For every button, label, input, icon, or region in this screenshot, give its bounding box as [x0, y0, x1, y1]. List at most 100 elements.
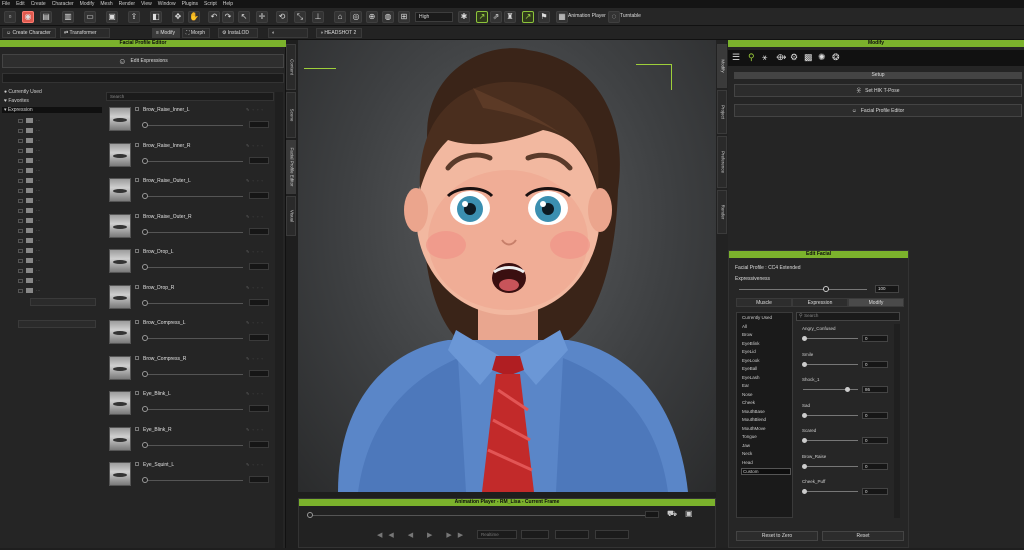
- expression-checkbox[interactable]: [135, 284, 139, 289]
- expression-checkbox[interactable]: [135, 462, 139, 466]
- tab-expression[interactable]: Expression: [792, 298, 848, 307]
- expression-slider-track[interactable]: [143, 480, 243, 481]
- menu-create[interactable]: Create: [31, 1, 46, 7]
- expression-edit-icons[interactable]: ✎ ◦ ◦ ◦: [246, 427, 264, 432]
- expression-item[interactable]: Eye_Blink_R ✎ ◦ ◦ ◦: [106, 424, 274, 459]
- align-icon[interactable]: ⊥: [312, 11, 324, 23]
- tab-modify[interactable]: Modify: [717, 44, 727, 88]
- expression-edit-icons[interactable]: ✎ ◦ ◦ ◦: [246, 356, 264, 361]
- category-row[interactable]: ···: [18, 218, 41, 224]
- category-row[interactable]: ···: [18, 288, 41, 294]
- facial-slider-knob[interactable]: [802, 361, 807, 367]
- expression-edit-icons[interactable]: ✎ ◦ ◦ ◦: [246, 320, 264, 325]
- category-row[interactable]: ···: [18, 248, 41, 254]
- move-icon[interactable]: ✛: [256, 11, 268, 23]
- rotate-icon[interactable]: ⟲: [276, 11, 288, 23]
- transformer-button[interactable]: ⇄ Transformer: [60, 28, 110, 38]
- facial-category-item[interactable]: All: [742, 324, 747, 329]
- expression-edit-icons[interactable]: ✎ ◦ ◦ ◦: [246, 107, 264, 112]
- facial-slider-value[interactable]: 0: [862, 335, 888, 342]
- category-row[interactable]: ···: [18, 278, 41, 284]
- category-row[interactable]: ···: [18, 118, 41, 124]
- category-row[interactable]: ···: [18, 128, 41, 134]
- create-character-button[interactable]: ☺ Create Character: [2, 28, 56, 38]
- expression-slider-knob[interactable]: [142, 299, 148, 306]
- menu-help[interactable]: Help: [223, 1, 233, 7]
- expression-slider-track[interactable]: [143, 267, 243, 268]
- menu-window[interactable]: Window: [158, 1, 176, 7]
- tab-modify[interactable]: Modify: [848, 298, 904, 307]
- expression-value-field[interactable]: [249, 192, 269, 199]
- turntable-icon[interactable]: ◌: [608, 11, 620, 23]
- tab-scene[interactable]: Scene: [286, 92, 296, 138]
- category-row[interactable]: ···: [18, 138, 41, 144]
- motion-icon[interactable]: ⚲: [748, 52, 755, 63]
- expression-checkbox[interactable]: [135, 178, 139, 182]
- expression-item[interactable]: Eye_Squint_L ✎ ◦ ◦ ◦: [106, 459, 274, 494]
- expression-item[interactable]: Brow_Compress_R ✎ ◦ ◦ ◦: [106, 353, 274, 388]
- reset-button[interactable]: Reset: [822, 531, 904, 541]
- drag-icon[interactable]: ✋: [188, 11, 200, 23]
- expression-checkbox[interactable]: [135, 320, 139, 324]
- facial-slider-knob[interactable]: [802, 412, 807, 418]
- expression-edit-icons[interactable]: ✎ ◦ ◦ ◦: [246, 285, 264, 290]
- expression-slider-track[interactable]: [143, 160, 243, 162]
- category-row[interactable]: ···: [18, 168, 41, 174]
- facial-category-item[interactable]: MouthMove: [742, 426, 766, 431]
- facial-slider-track[interactable]: [803, 465, 858, 467]
- screenshot-icon[interactable]: ◧: [150, 11, 162, 23]
- expression-slider-track[interactable]: [143, 302, 243, 304]
- facial-slider-value[interactable]: 0: [862, 360, 888, 368]
- substance-button[interactable]: ◐: [268, 28, 308, 38]
- timeline-track[interactable]: [307, 515, 657, 516]
- facial-slider-knob[interactable]: [802, 438, 807, 443]
- speed-dropdown[interactable]: [521, 530, 549, 539]
- view-icon[interactable]: ⊞: [398, 11, 410, 23]
- select-arrow-icon[interactable]: ↖: [238, 11, 250, 23]
- facial-slider-knob[interactable]: [845, 387, 850, 392]
- headshot-button[interactable]: ◑ HEADSHOT 2: [316, 28, 362, 38]
- expression-slider-knob[interactable]: [142, 477, 148, 483]
- playback-controls[interactable]: ◀◀ ◀ ▶ ▶▶ ⟳: [377, 531, 489, 539]
- facial-category-item[interactable]: Custom: [741, 468, 791, 475]
- facial-slider-track[interactable]: [803, 414, 858, 416]
- expression-item[interactable]: Brow_Raise_Inner_R ✎ ◦ ◦ ◦: [106, 140, 274, 175]
- pin-icon[interactable]: ↗: [522, 11, 534, 23]
- end-frame[interactable]: [595, 530, 629, 539]
- expression-slider-track[interactable]: [143, 444, 243, 446]
- menu-mesh[interactable]: Mesh: [100, 1, 112, 7]
- ik-icon[interactable]: ↗: [476, 11, 488, 23]
- expression-item[interactable]: Brow_Drop_R ✎ ◦ ◦ ◦: [106, 282, 274, 317]
- expression-value-field[interactable]: [249, 298, 269, 306]
- import-icon[interactable]: ▥: [62, 11, 74, 23]
- expression-slider-track[interactable]: [143, 196, 243, 197]
- menu-modify[interactable]: Modify: [80, 1, 95, 7]
- category-row[interactable]: ···: [18, 178, 41, 184]
- tab-content[interactable]: Content: [286, 44, 296, 90]
- expression-slider-track[interactable]: [143, 125, 243, 126]
- expression-slider-knob[interactable]: [142, 406, 148, 412]
- slider-scrollbar[interactable]: [894, 324, 900, 518]
- facial-category-item[interactable]: Cheek: [742, 400, 755, 405]
- facial-category-item[interactable]: Jaw: [742, 443, 750, 448]
- facial-slider-track[interactable]: [803, 440, 858, 441]
- facial-slider-track[interactable]: [803, 338, 858, 339]
- category-row[interactable]: ···: [18, 198, 41, 204]
- expression-item[interactable]: Eye_Blink_L ✎ ◦ ◦ ◦: [106, 388, 274, 423]
- expression-value-field[interactable]: [249, 227, 269, 235]
- sliders-icon[interactable]: ☰: [732, 52, 740, 63]
- tree-currently-used[interactable]: ● Currently Used: [4, 89, 42, 95]
- save-icon[interactable]: ▣: [106, 11, 118, 23]
- camera-icon[interactable]: ◎: [350, 11, 362, 23]
- menu-plugins[interactable]: Plugins: [182, 1, 198, 7]
- morph-button[interactable]: ⛶ Morph: [182, 28, 210, 38]
- tab-visual[interactable]: Visual: [286, 196, 296, 236]
- set-hik-tpose-button[interactable]: 웃 Set HIK T-Pose: [734, 84, 1022, 97]
- facial-profile-editor-button[interactable]: ☺ Facial Profile Editor: [734, 104, 1022, 117]
- quality-dropdown[interactable]: High: [415, 12, 453, 22]
- profile-selector[interactable]: [2, 73, 284, 83]
- expression-slider-track[interactable]: [143, 373, 243, 375]
- category-row[interactable]: ···: [18, 158, 41, 164]
- expression-slider-knob[interactable]: [142, 157, 148, 164]
- tree-expression[interactable]: ▾ Expression: [2, 107, 102, 113]
